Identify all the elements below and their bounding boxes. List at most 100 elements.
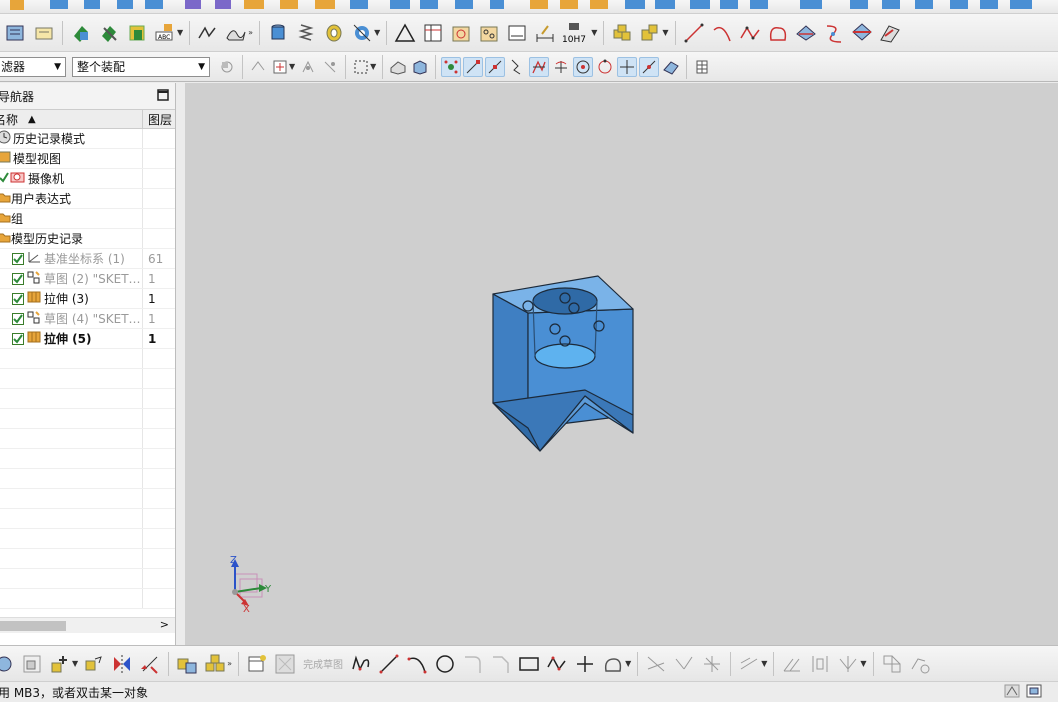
tree-row-sketch-2[interactable]: 草图 (2) "SKET… 1 (0, 269, 175, 289)
quick-extend-icon[interactable] (672, 652, 696, 676)
filter-settings-icon[interactable] (217, 57, 237, 77)
select-body-icon[interactable] (410, 57, 430, 77)
quick-trim-icon[interactable] (644, 652, 668, 676)
section-curve-icon[interactable] (850, 21, 874, 45)
add-constraint-icon[interactable] (48, 652, 72, 676)
visibility-checkbox[interactable] (12, 252, 24, 265)
dimension-icon[interactable] (533, 21, 557, 45)
tolerance-icon[interactable]: 10H7 (561, 21, 591, 45)
reuse-library-icon[interactable] (610, 21, 634, 45)
arc-icon[interactable] (710, 21, 734, 45)
triangle-icon[interactable] (393, 21, 417, 45)
snap-perpendicular-icon[interactable] (551, 57, 571, 77)
spring-icon[interactable] (294, 21, 318, 45)
snap-arc-center-icon[interactable] (573, 56, 594, 77)
datum-target-icon[interactable] (449, 21, 473, 45)
snap-all-points-icon[interactable] (441, 56, 462, 77)
column-layer-header[interactable]: 图层 (143, 110, 175, 128)
assembly-icon[interactable] (4, 21, 28, 45)
sketch-task-icon[interactable] (245, 652, 269, 676)
more-tools-icon[interactable]: » (248, 28, 253, 37)
move-component-icon[interactable] (97, 21, 121, 45)
point-icon[interactable] (573, 652, 597, 676)
assembly-navigator-icon[interactable] (175, 652, 199, 676)
project-curve-icon[interactable] (794, 21, 818, 45)
snap-quadrant-icon[interactable] (595, 57, 615, 77)
add-component-icon[interactable] (69, 21, 93, 45)
tree-row-groups[interactable]: 组 (0, 209, 175, 229)
snap-point-icon[interactable] (298, 57, 318, 77)
scrollbar-thumb[interactable] (0, 621, 66, 631)
bearing-icon[interactable] (350, 21, 374, 45)
select-solid-icon[interactable] (388, 57, 408, 77)
trim-icon[interactable] (138, 652, 162, 676)
finish-sketch-icon[interactable] (273, 652, 297, 676)
snap-point-on-surface-icon[interactable] (661, 57, 681, 77)
fillet-icon[interactable] (461, 652, 485, 676)
dropdown-arrow-icon[interactable]: ▼ (662, 28, 668, 37)
tree-row-model-history[interactable]: 模型历史记录 (0, 229, 175, 249)
drawing-sheet-icon[interactable] (505, 21, 529, 45)
horizontal-scrollbar[interactable]: > (0, 617, 175, 633)
extruded-block-model[interactable] (492, 275, 634, 452)
line-icon[interactable] (682, 21, 706, 45)
tree-row-model-views[interactable]: 模型视图 (0, 149, 175, 169)
rectangle-icon[interactable] (517, 652, 541, 676)
selection-filter-status-icon[interactable] (1004, 684, 1020, 701)
tree-row-user-expressions[interactable]: 用户表达式 (0, 189, 175, 209)
dropdown-arrow-icon[interactable]: ▼ (625, 659, 631, 668)
text-attribute-icon[interactable]: ABC (153, 21, 177, 45)
model-display[interactable]: Z Y X (185, 83, 1058, 645)
finish-sketch-button[interactable]: 完成草图 (303, 656, 343, 671)
tree-row-cameras[interactable]: 摄像机 (0, 169, 175, 189)
pattern-curve-icon[interactable] (737, 652, 761, 676)
profile-icon[interactable] (349, 652, 373, 676)
select-feature-icon[interactable] (248, 57, 268, 77)
animate-dimension-icon[interactable] (908, 652, 932, 676)
intersection-curve-icon[interactable] (822, 21, 846, 45)
note-icon[interactable] (32, 21, 56, 45)
grid-icon[interactable] (692, 57, 712, 77)
surface-icon[interactable] (224, 21, 248, 45)
snap-point-on-curve-icon[interactable] (639, 56, 660, 77)
relations-icon[interactable] (82, 652, 106, 676)
dropdown-arrow-icon[interactable]: ▼ (374, 28, 380, 37)
component-array-icon[interactable] (203, 652, 227, 676)
more-tools-icon[interactable]: » (227, 659, 232, 668)
snap-point-alt-icon[interactable] (320, 57, 340, 77)
make-corner-icon[interactable] (700, 652, 724, 676)
show-constraints-icon[interactable] (880, 652, 904, 676)
chamfer-icon[interactable] (489, 652, 513, 676)
snap-mid-point-icon[interactable] (485, 56, 506, 77)
dropdown-arrow-icon[interactable]: ▼ (72, 659, 78, 668)
rapid-dimension-icon[interactable] (780, 652, 804, 676)
snap-end-point-icon[interactable] (463, 56, 484, 77)
thread-icon[interactable] (322, 21, 346, 45)
mirror-icon[interactable] (110, 652, 134, 676)
geometric-constraint-icon[interactable] (836, 652, 860, 676)
add-selection-icon[interactable] (270, 57, 290, 77)
bolt-circle-icon[interactable] (477, 21, 501, 45)
scroll-right-icon[interactable]: > (160, 618, 169, 631)
maximize-icon[interactable] (157, 88, 169, 104)
table-icon[interactable] (421, 21, 445, 45)
tree-row-extrude-3[interactable]: 拉伸 (3) 1 (0, 289, 175, 309)
visibility-checkbox[interactable] (12, 292, 24, 305)
tree-row-datum-csys[interactable]: 基准坐标系 (1) 61 (0, 249, 175, 269)
curve-on-surface-icon[interactable] (196, 21, 220, 45)
offset-curve-icon[interactable] (601, 652, 625, 676)
column-name-header[interactable]: 名称 ▲ (0, 110, 143, 128)
dropdown-arrow-icon[interactable]: ▼ (370, 62, 376, 71)
selection-scope-dropdown[interactable]: 整个装配 ▼ (72, 56, 210, 77)
graphics-window[interactable]: Z Y X (185, 83, 1058, 645)
selection-filter-dropdown[interactable]: 滤器 ▼ (0, 56, 66, 77)
dropdown-arrow-icon[interactable]: ▼ (860, 659, 866, 668)
dropdown-arrow-icon[interactable]: ▼ (177, 28, 183, 37)
dropdown-arrow-icon[interactable]: ▼ (591, 28, 597, 37)
cylinder-icon[interactable] (266, 21, 290, 45)
tree-row-sketch-4[interactable]: 草图 (4) "SKET… 1 (0, 309, 175, 329)
arc-icon[interactable] (405, 652, 429, 676)
line-icon[interactable] (377, 652, 401, 676)
studio-spline-icon[interactable] (738, 21, 762, 45)
tree-row-extrude-5[interactable]: 拉伸 (5) 1 (0, 329, 175, 349)
